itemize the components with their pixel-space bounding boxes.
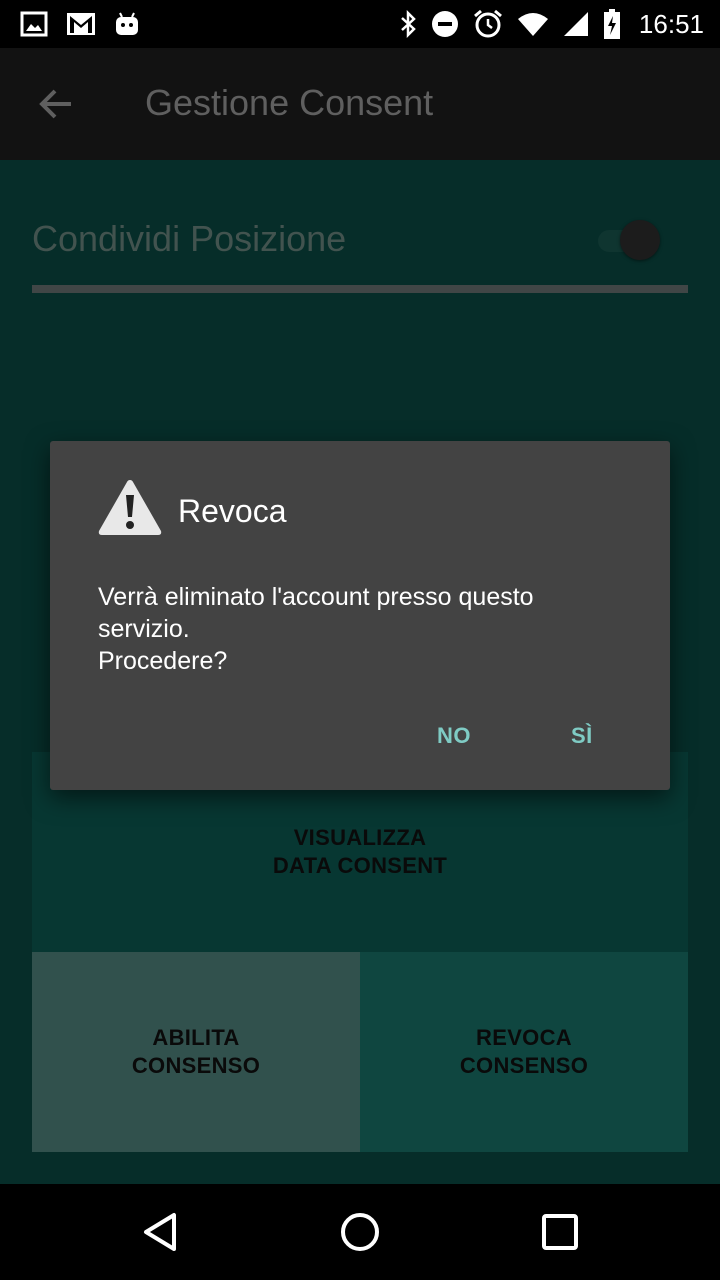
dialog-title: Revoca xyxy=(178,493,287,529)
gmail-icon xyxy=(67,13,95,35)
image-icon xyxy=(20,11,48,37)
toggle-thumb xyxy=(620,220,660,260)
clock: 16:51 xyxy=(638,8,704,39)
revoke-button-label-line1: REVOCA xyxy=(476,1025,572,1050)
app-bar: Gestione Consent xyxy=(0,48,720,160)
status-bar: 16:51 xyxy=(0,0,720,48)
enable-button-label-line1: ABILITA xyxy=(152,1025,240,1050)
revoke-dialog: Revoca Verrà eliminato l'account presso … xyxy=(50,441,670,790)
view-button-label-line2: DATA CONSENT xyxy=(272,853,448,878)
revoke-button-label-line2: CONSENSO xyxy=(459,1053,589,1078)
enable-button-label-line2: CONSENSO xyxy=(131,1053,261,1078)
share-location-toggle[interactable] xyxy=(598,220,670,260)
nav-recents-button[interactable] xyxy=(530,1202,590,1262)
navigation-bar xyxy=(0,1184,720,1280)
do-not-disturb-icon xyxy=(431,11,458,37)
home-circle-icon xyxy=(341,1213,379,1251)
back-triangle-icon xyxy=(144,1213,176,1251)
page-title: Gestione Consent xyxy=(145,82,434,123)
share-location-label: Condividi Posizione xyxy=(32,218,347,259)
back-button[interactable] xyxy=(26,74,86,134)
wifi-icon xyxy=(517,13,548,36)
alarm-icon xyxy=(473,9,502,38)
notification-icons xyxy=(20,8,140,40)
dialog-yes-button[interactable]: SÌ xyxy=(557,713,607,759)
dialog-message-line1: Verrà eliminato l'account presso questo xyxy=(98,583,534,611)
dialog-no-button[interactable]: NO xyxy=(423,713,485,759)
dialog-message-line2: servizio. xyxy=(98,615,190,643)
dialog-message-line3: Procedere? xyxy=(98,647,228,675)
recents-square-icon xyxy=(542,1214,578,1250)
enable-consent-button[interactable]: ABILITA CONSENSO xyxy=(32,952,360,1152)
nav-home-button[interactable] xyxy=(330,1202,390,1262)
battery-charging-icon xyxy=(603,9,620,39)
view-button-label-line1: VISUALIZZA xyxy=(293,825,427,850)
revoke-consent-button[interactable]: REVOCA CONSENSO xyxy=(360,952,688,1152)
dialog-message: Verrà eliminato l'account presso questo … xyxy=(98,581,628,677)
android-icon xyxy=(116,12,138,35)
divider xyxy=(32,285,688,293)
share-location-row: Condividi Posizione xyxy=(32,208,688,270)
warning-icon xyxy=(98,480,162,535)
signal-icon xyxy=(563,12,588,36)
arrow-left-icon xyxy=(39,89,71,119)
bluetooth-icon xyxy=(401,10,416,38)
system-icons: 16:51 xyxy=(399,8,704,40)
nav-back-button[interactable] xyxy=(130,1202,190,1262)
